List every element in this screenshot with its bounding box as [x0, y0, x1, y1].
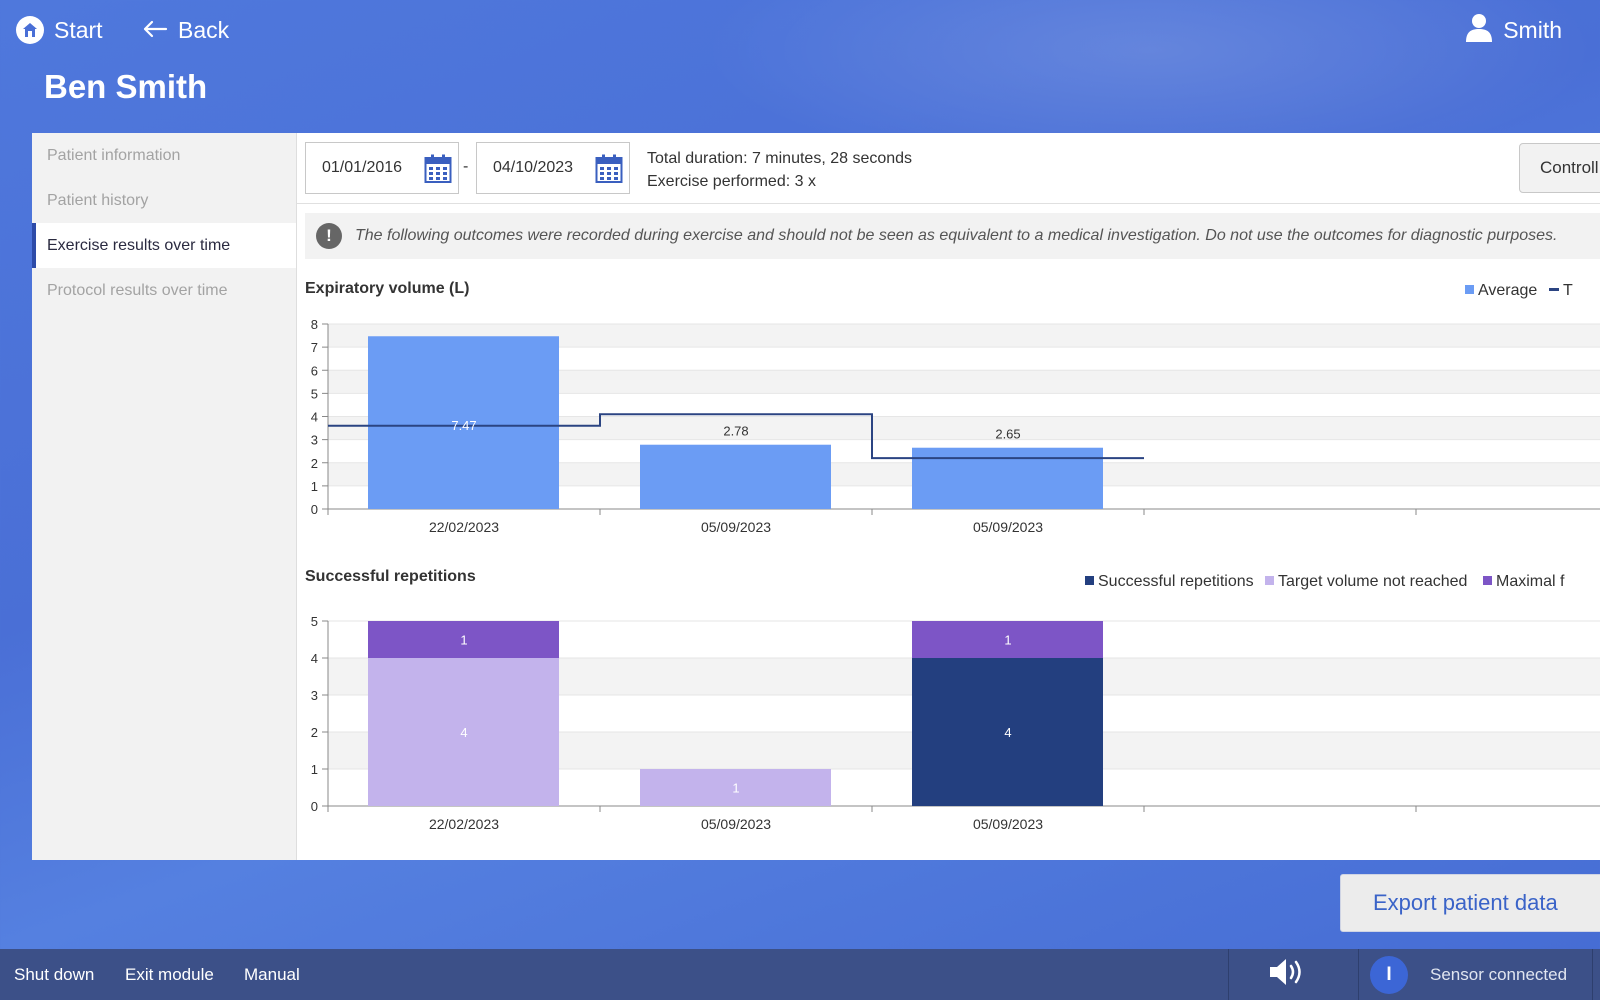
legend-swatch — [1085, 576, 1094, 585]
sidebar-item-patient-information[interactable]: Patient information — [32, 133, 296, 178]
y-tick-label: 0 — [311, 502, 318, 517]
x-tick-label: 05/09/2023 — [973, 816, 1043, 832]
y-tick-label: 3 — [311, 688, 318, 703]
legend-average-swatch — [1465, 285, 1474, 294]
bar-data-label: 1 — [1004, 633, 1011, 648]
bottom-bar: Shut down Exit module Manual I Sensor co… — [0, 949, 1600, 1000]
y-tick-label: 7 — [311, 340, 318, 355]
bottom-divider — [1228, 949, 1229, 1000]
start-label: Start — [54, 16, 103, 43]
bar-data-label: 2.78 — [723, 424, 748, 439]
legend-label: Target volume not reached — [1278, 573, 1467, 590]
chart-title: Expiratory volume (L) — [305, 280, 469, 297]
legend-swatch — [1483, 576, 1492, 585]
x-tick-label: 22/02/2023 — [429, 816, 499, 832]
results-panel: Patient information Patient history Exer… — [32, 133, 1600, 860]
y-tick-label: 6 — [311, 363, 318, 378]
bottom-divider — [1358, 949, 1359, 1000]
export-patient-data-button[interactable]: Export patient data — [1340, 874, 1600, 932]
legend-target-swatch — [1549, 288, 1559, 291]
y-tick-label: 4 — [311, 651, 318, 666]
sidebar-item-protocol-results[interactable]: Protocol results over time — [32, 268, 296, 313]
bottom-divider — [1592, 949, 1593, 1000]
user-menu-button[interactable]: Smith — [1465, 10, 1562, 50]
x-tick-label: 05/09/2023 — [701, 519, 771, 535]
y-tick-label: 3 — [311, 433, 318, 448]
date-from-field[interactable]: 01/01/2016 — [305, 142, 459, 194]
back-arrow-icon — [142, 17, 168, 44]
y-tick-label: 0 — [311, 799, 318, 814]
sidebar-item-patient-history[interactable]: Patient history — [32, 178, 296, 223]
x-tick-label: 05/09/2023 — [701, 816, 771, 832]
date-to-field[interactable]: 04/10/2023 — [476, 142, 630, 194]
bar-data-label: 7.47 — [451, 418, 476, 433]
disclaimer-text: The following outcomes were recorded dur… — [355, 227, 1558, 244]
bar-data-label: 1 — [732, 781, 739, 796]
successful-repetitions-chart: Successful repetitions 0 1 2 3 4 5 22/02/2023 05… — [305, 568, 1600, 832]
expiratory-volume-chart: Expiratory volume (L) 0 1 2 3 4 5 6 7 8 22/02/2023… — [305, 280, 1600, 535]
y-tick-label: 4 — [311, 410, 318, 425]
bar-data-label: 4 — [460, 725, 467, 740]
legend-label: Successful repetitions — [1098, 573, 1254, 590]
bar-average — [640, 444, 831, 509]
manual-button[interactable]: Manual — [244, 949, 300, 1000]
x-tick-label: 22/02/2023 — [429, 519, 499, 535]
y-tick-label: 2 — [311, 456, 318, 471]
exercise-count: Exercise performed: 3 x — [647, 173, 816, 190]
back-button[interactable]: Back — [142, 10, 229, 50]
volume-button[interactable] — [1268, 949, 1308, 1000]
legend-target-label: T — [1563, 282, 1573, 299]
y-tick-label: 5 — [311, 614, 318, 629]
top-bar: Start Back Smith — [0, 0, 1600, 60]
sensor-status-label: Sensor connected — [1430, 964, 1568, 984]
sidebar-item-exercise-results[interactable]: Exercise results over time — [32, 223, 296, 268]
bar-average — [912, 447, 1103, 509]
chart-title: Successful repetitions — [305, 568, 476, 585]
total-duration: Total duration: 7 minutes, 28 seconds — [647, 150, 913, 167]
back-label: Back — [178, 16, 230, 43]
exercise-summary: Total duration: 7 minutes, 28 seconds Ex… — [647, 147, 912, 193]
shutdown-button[interactable]: Shut down — [14, 949, 94, 1000]
controls-button[interactable]: Controll — [1519, 143, 1600, 193]
legend-label: Maximal f — [1496, 573, 1565, 590]
y-tick-label: 1 — [311, 479, 318, 494]
home-icon — [16, 16, 44, 44]
calendar-icon[interactable] — [595, 154, 623, 189]
speaker-icon — [1267, 956, 1309, 993]
y-tick-label: 5 — [311, 386, 318, 401]
main-content: 01/01/2016 - 04/10/2023 Total duration: … — [297, 133, 1600, 860]
bar-data-label: 1 — [460, 633, 467, 648]
page-title: Ben Smith — [44, 68, 208, 105]
divider — [297, 203, 1600, 204]
calendar-icon[interactable] — [424, 154, 452, 189]
y-tick-label: 2 — [311, 725, 318, 740]
legend-swatch — [1265, 576, 1274, 585]
date-to-value: 04/10/2023 — [493, 159, 574, 176]
user-icon — [1465, 12, 1493, 48]
disclaimer-notice: ! The following outcomes were recorded d… — [305, 213, 1600, 259]
date-from-value: 01/01/2016 — [322, 159, 403, 176]
sensor-status-icon: I — [1370, 956, 1408, 994]
sidebar: Patient information Patient history Exer… — [32, 133, 297, 860]
y-tick-label: 8 — [311, 317, 318, 332]
bar-data-label: 4 — [1004, 725, 1011, 740]
date-separator: - — [463, 158, 469, 175]
start-button[interactable]: Start — [16, 10, 103, 50]
exit-module-button[interactable]: Exit module — [125, 949, 214, 1000]
y-tick-label: 1 — [311, 762, 318, 777]
legend-average-label: Average — [1478, 282, 1537, 299]
user-name-label: Smith — [1503, 16, 1562, 43]
bar-data-label: 2.65 — [995, 427, 1020, 442]
warning-icon: ! — [316, 223, 342, 249]
x-tick-label: 05/09/2023 — [973, 519, 1043, 535]
